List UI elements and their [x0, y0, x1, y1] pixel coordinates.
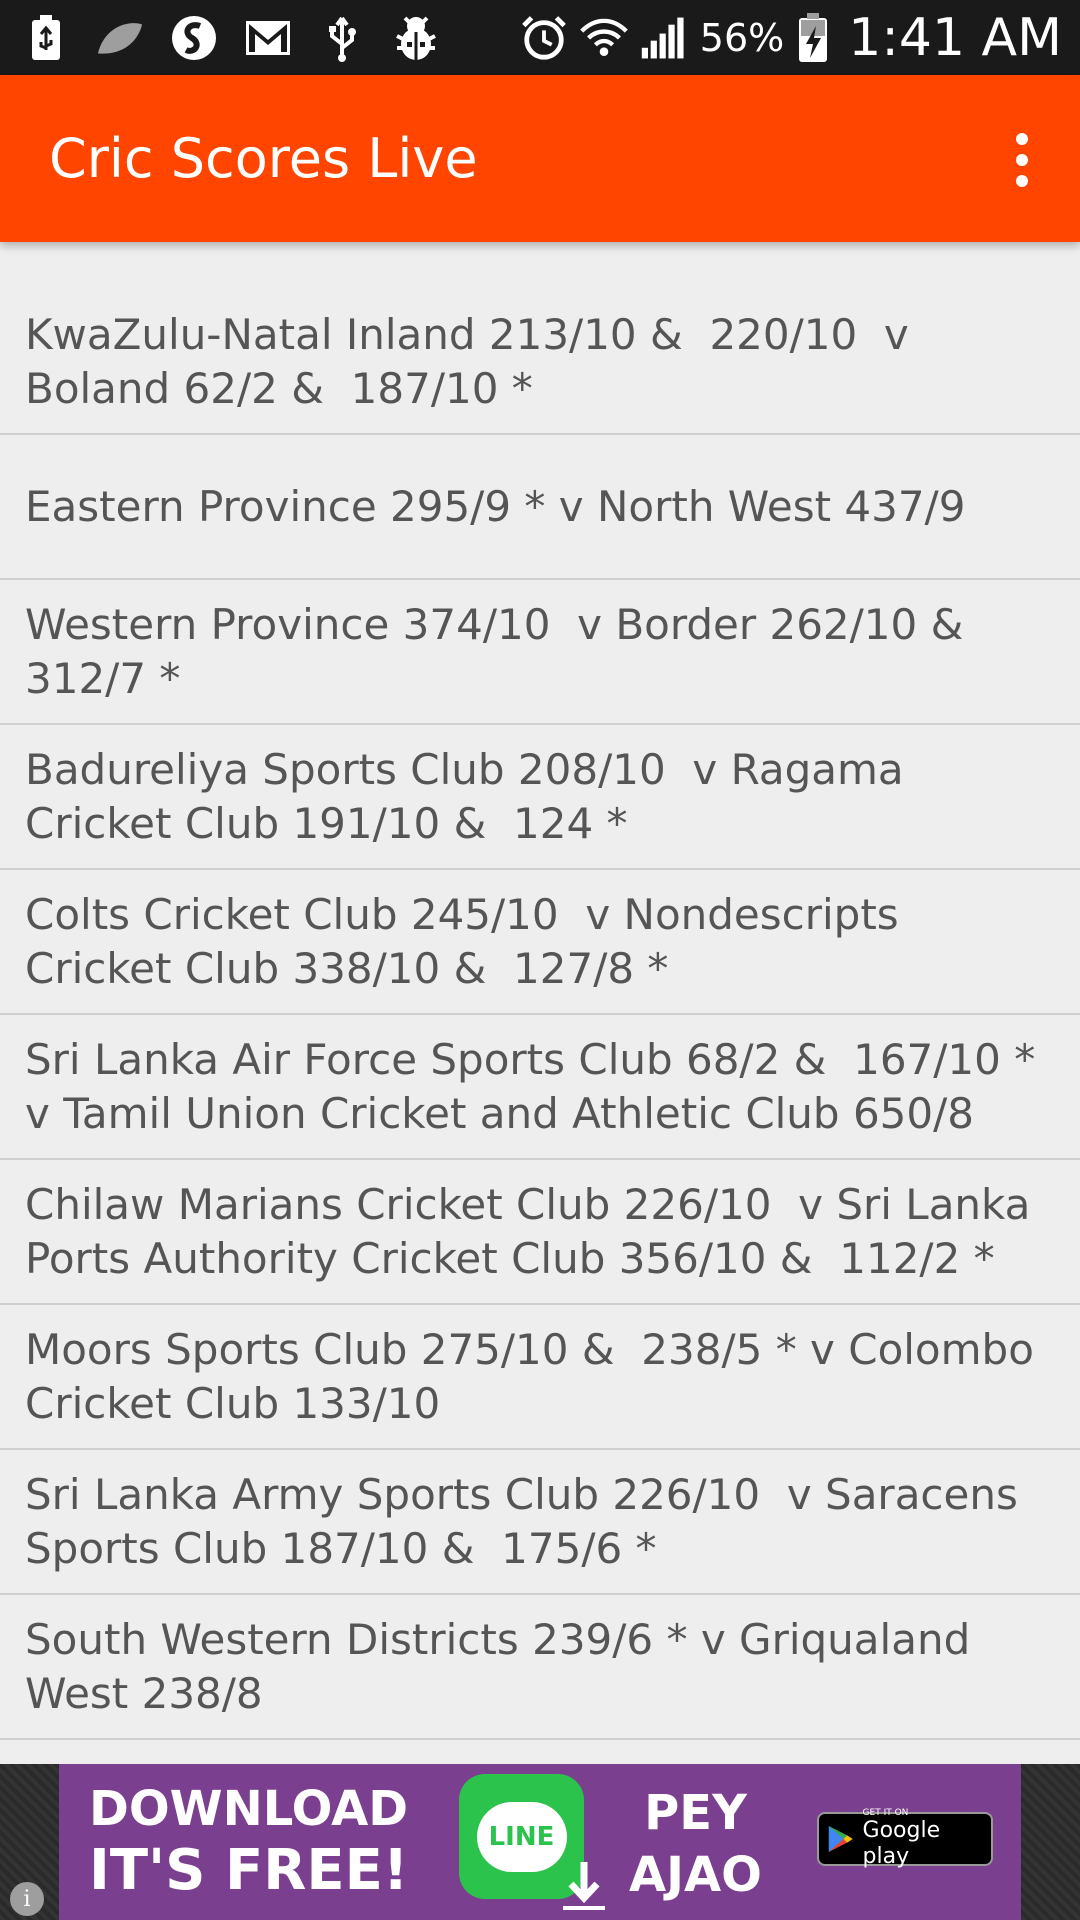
list-item[interactable]: Chilaw Marians Cricket Club 226/10 v Sri…: [0, 1160, 1080, 1305]
charging-battery-icon: [796, 13, 830, 62]
match-score-text: Sri Lanka Army Sports Club 226/10 v Sara…: [25, 1469, 1032, 1573]
shazam-icon: [170, 14, 218, 62]
list-item[interactable]: KwaZulu-Natal Inland 213/10 & 220/10 v B…: [0, 290, 1080, 435]
ad-tagline: PEY AJAO: [629, 1782, 762, 1906]
line-logo-text: LINE: [476, 1801, 567, 1872]
ad-info-icon[interactable]: i: [10, 1882, 44, 1916]
status-bar: 56% 1:41 AM: [0, 0, 1080, 75]
notification-icons: [22, 10, 440, 66]
list-item[interactable]: Badureliya Sports Club 208/10 v Ragama C…: [0, 725, 1080, 870]
app-bar: Cric Scores Live: [0, 75, 1080, 242]
debug-bug-icon: [392, 14, 440, 62]
match-score-text: Moors Sports Club 275/10 & 238/5 * v Col…: [25, 1324, 1048, 1428]
ad-headline: DOWNLOAD IT'S FREE!: [89, 1780, 408, 1904]
app-title: Cric Scores Live: [49, 127, 478, 190]
list-item[interactable]: Sri Lanka Army Sports Club 226/10 v Sara…: [0, 1450, 1080, 1595]
system-icons: 56% 1:41 AM: [520, 6, 1062, 70]
ad-banner[interactable]: DOWNLOAD IT'S FREE! LINE PEY AJAO GET IT…: [0, 1764, 1080, 1920]
clock: 1:41 AM: [848, 8, 1062, 68]
ad-line-1: DOWNLOAD: [89, 1781, 409, 1837]
wifi-icon: [579, 14, 628, 62]
match-score-text: Western Province 374/10 v Border 262/10 …: [25, 599, 977, 703]
signal-icon: [640, 14, 688, 62]
ad-side-panel: [1021, 1764, 1080, 1920]
match-list: KwaZulu-Natal Inland 213/10 & 220/10 v B…: [0, 290, 1080, 1740]
leaf-icon: [96, 14, 144, 62]
alarm-icon: [520, 14, 568, 62]
match-score-text: KwaZulu-Natal Inland 213/10 & 220/10 v B…: [25, 309, 923, 413]
ad-right-line-2: AJAO: [629, 1847, 762, 1903]
list-item[interactable]: Sri Lanka Air Force Sports Club 68/2 & 1…: [0, 1015, 1080, 1160]
ad-line-2: IT'S FREE!: [89, 1838, 409, 1903]
battery-percent: 56%: [699, 16, 785, 60]
overflow-menu-icon[interactable]: [1004, 125, 1040, 195]
google-play-badge[interactable]: GET IT ON Google play: [817, 1808, 993, 1869]
list-item[interactable]: Colts Cricket Club 245/10 v Nondescripts…: [0, 870, 1080, 1015]
match-score-text: Badureliya Sports Club 208/10 v Ragama C…: [25, 744, 917, 848]
download-arrow-icon: [559, 1844, 609, 1914]
list-item[interactable]: South Western Districts 239/6 * v Griqua…: [0, 1595, 1080, 1740]
badge-small-text: GET IT ON: [862, 1808, 909, 1818]
match-score-text: Colts Cricket Club 245/10 v Nondescripts…: [25, 889, 913, 993]
match-score-text: Sri Lanka Air Force Sports Club 68/2 & 1…: [25, 1034, 1049, 1138]
usb-icon: [318, 14, 366, 62]
badge-store-name: Google play: [862, 1818, 941, 1869]
match-score-text: Eastern Province 295/9 * v North West 43…: [25, 481, 966, 531]
match-score-text: Chilaw Marians Cricket Club 226/10 v Sri…: [25, 1179, 1044, 1283]
gmail-icon: [244, 14, 292, 62]
list-item[interactable]: Western Province 374/10 v Border 262/10 …: [0, 580, 1080, 725]
usb-battery-icon: [22, 14, 70, 62]
ad-right-line-1: PEY: [644, 1785, 747, 1841]
ad-creative[interactable]: DOWNLOAD IT'S FREE! LINE PEY AJAO GET IT…: [59, 1764, 1021, 1920]
match-score-text: South Western Districts 239/6 * v Griqua…: [25, 1614, 984, 1718]
play-store-icon: [828, 1826, 853, 1852]
list-item[interactable]: Eastern Province 295/9 * v North West 43…: [0, 435, 1080, 580]
list-item[interactable]: Moors Sports Club 275/10 & 238/5 * v Col…: [0, 1305, 1080, 1450]
